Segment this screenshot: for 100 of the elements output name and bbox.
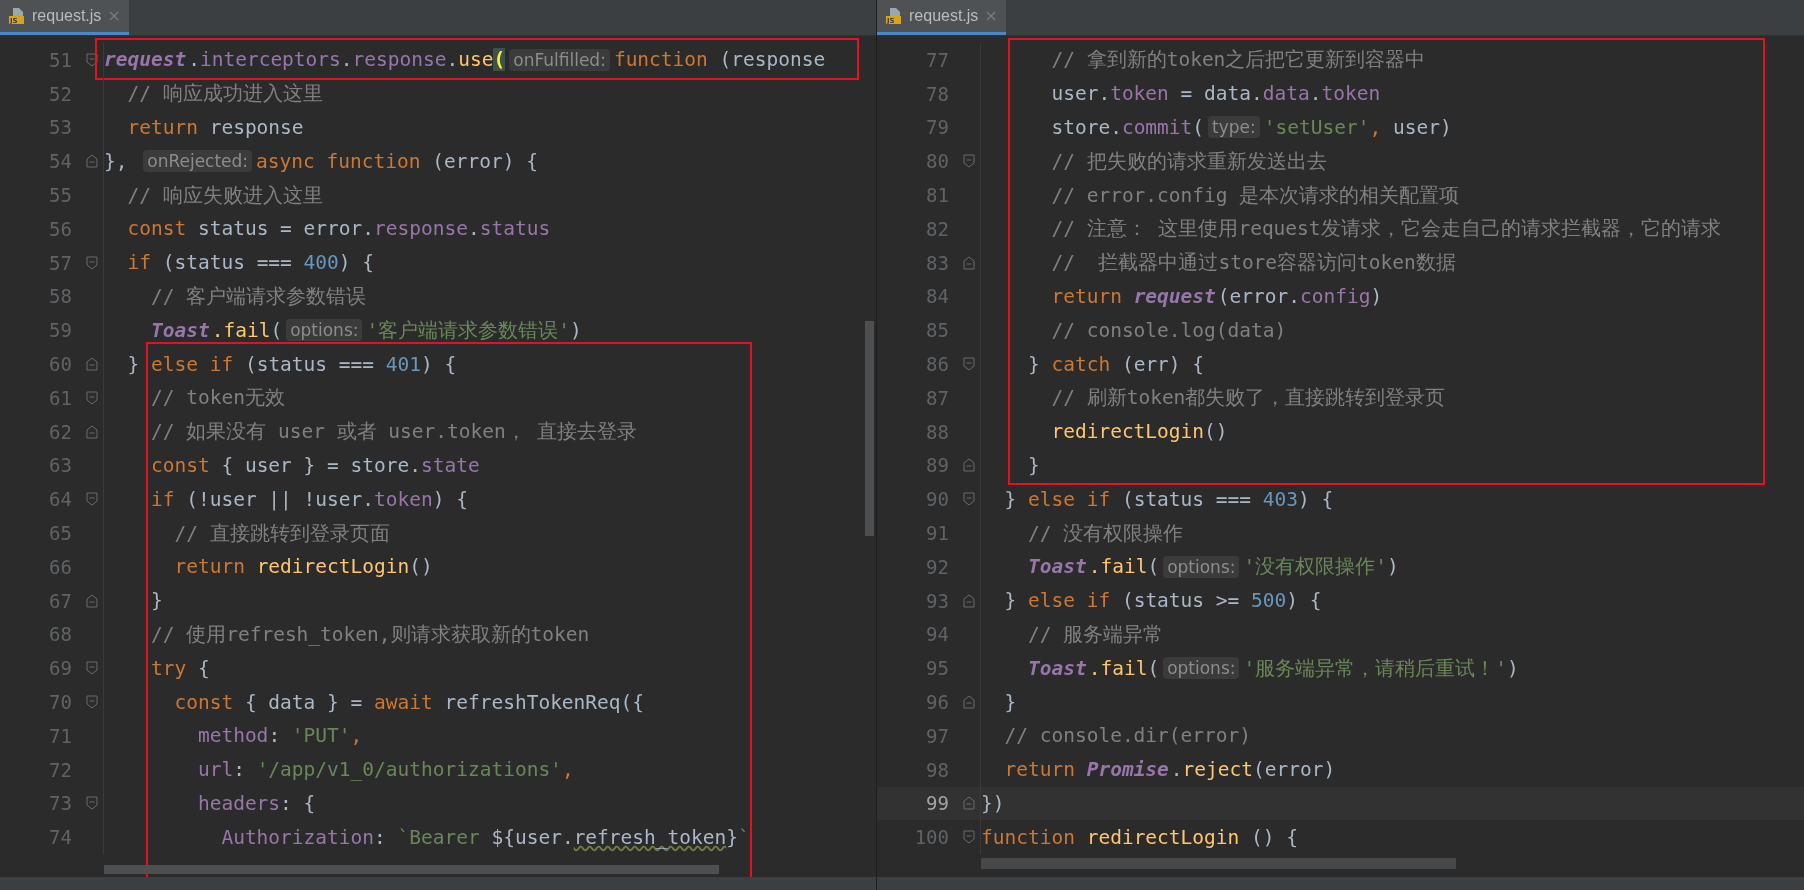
code-text: redirectLogin()	[1050, 420, 1228, 444]
fold-icon[interactable]	[86, 492, 98, 507]
line-number: 85	[925, 319, 949, 342]
line-number: 66	[48, 555, 72, 578]
line-number: 89	[925, 454, 949, 477]
code-text: // 把失败的请求重新发送出去	[1050, 148, 1327, 175]
fold-icon[interactable]	[86, 154, 98, 169]
line-number: 67	[48, 589, 72, 612]
code-text: '服务端异常，请稍后重试！')	[1243, 655, 1519, 682]
line-number: 73	[48, 792, 72, 815]
line-number: 93	[925, 589, 949, 612]
code-text: // 没有权限操作	[1026, 520, 1184, 547]
line-number: 55	[48, 184, 72, 207]
code-text: // 服务端异常	[1026, 621, 1164, 648]
code-text: // 使用refresh_token,则请求获取新的token	[149, 621, 590, 648]
line-number: 53	[48, 116, 72, 139]
fold-icon[interactable]	[963, 695, 975, 710]
line-number: 94	[925, 623, 949, 646]
code-text: url: '/app/v1_0/authorizations',	[196, 758, 574, 782]
code-text: Authorization: `Bearer ${user.refresh_token}`	[220, 825, 750, 849]
js-file-icon	[885, 7, 903, 25]
fold-icon[interactable]	[963, 154, 975, 169]
code-text: // 刷新token都失败了，直接跳转到登录页	[1050, 385, 1446, 412]
fold-icon[interactable]	[86, 796, 98, 811]
code-text: // console.log(data)	[1050, 318, 1287, 342]
line-number: 100	[913, 826, 949, 849]
code-text: }	[149, 589, 163, 613]
fold-icon[interactable]	[86, 661, 98, 676]
line-number: 99	[925, 792, 949, 815]
code-text: const { user } = store.state	[149, 453, 480, 477]
parameter-hint: onRejected:	[143, 150, 253, 173]
code-text: function redirectLogin () {	[981, 825, 1298, 849]
code-text: } else if (status >= 500) {	[1003, 589, 1322, 613]
line-number: 91	[925, 522, 949, 545]
code-text: // 注意： 这里使用request发请求，它会走自己的请求拦截器，它的请求	[1050, 216, 1721, 243]
tab-label: request.js	[909, 7, 979, 25]
code-text: request.interceptors.response.use(	[104, 48, 506, 72]
code-text: }	[1003, 690, 1017, 714]
code-text: // 拿到新的token之后把它更新到容器中	[1050, 47, 1426, 74]
parameter-hint: type:	[1208, 116, 1260, 139]
code-text: // token无效	[149, 385, 285, 412]
fold-icon[interactable]	[86, 357, 98, 372]
fold-icon[interactable]	[963, 593, 975, 608]
code-text: // console.dir(error)	[1003, 724, 1252, 748]
fold-icon[interactable]	[86, 593, 98, 608]
fold-icon[interactable]	[86, 390, 98, 405]
line-number: 62	[48, 420, 72, 443]
tab-label: request.js	[32, 7, 102, 25]
parameter-hint: options:	[1163, 657, 1240, 680]
line-number: 72	[48, 758, 72, 781]
code-text: const status = error.response.status	[126, 217, 551, 241]
line-number: 86	[925, 353, 949, 376]
code-text: // 响应成功进入这里	[126, 81, 323, 108]
code-text: })	[981, 791, 1005, 815]
fold-icon[interactable]	[963, 830, 975, 845]
line-number: 84	[925, 285, 949, 308]
code-text: // 如果没有 user 或者 user.token， 直接去登录	[149, 419, 638, 446]
code-text: }	[1026, 453, 1040, 477]
line-number: 68	[48, 623, 72, 646]
line-number: 58	[48, 285, 72, 308]
fold-icon[interactable]	[963, 458, 975, 473]
code-text: // 直接跳转到登录页面	[173, 520, 390, 547]
fold-icon[interactable]	[86, 52, 98, 67]
close-icon[interactable]	[109, 11, 120, 21]
code-text: '没有权限操作')	[1243, 554, 1399, 581]
code-text: // 响应失败进入这里	[126, 182, 323, 209]
code-text: } catch (err) {	[1026, 352, 1205, 376]
code-text: method: 'PUT',	[196, 724, 363, 748]
fold-icon[interactable]	[963, 492, 975, 507]
code-text: try {	[149, 656, 210, 680]
fold-icon[interactable]	[963, 255, 975, 270]
parameter-hint: onFulfilled:	[509, 48, 610, 71]
line-number: 92	[925, 555, 949, 578]
code-text: // error.config 是本次请求的相关配置项	[1050, 182, 1460, 209]
line-number: 63	[48, 454, 72, 477]
code-text: if (status === 400) {	[126, 251, 375, 275]
close-icon[interactable]	[986, 11, 997, 21]
line-number: 52	[48, 82, 72, 105]
js-file-icon	[8, 7, 26, 25]
scrollbar-thumb[interactable]	[865, 321, 874, 536]
line-number: 60	[48, 353, 72, 376]
code-text: store.commit(	[1050, 116, 1205, 139]
line-number: 80	[925, 150, 949, 173]
fold-icon[interactable]	[86, 695, 98, 710]
fold-icon[interactable]	[86, 255, 98, 270]
fold-icon[interactable]	[963, 796, 975, 811]
fold-icon[interactable]	[86, 424, 98, 439]
scrollbar-thumb[interactable]	[981, 858, 1456, 869]
code-text: user.token = data.data.token	[1050, 82, 1381, 106]
line-number: 96	[925, 691, 949, 714]
scrollbar-thumb[interactable]	[104, 865, 719, 874]
code-text: return request(error.config)	[1050, 284, 1383, 308]
fold-icon[interactable]	[963, 357, 975, 372]
code-text: '客户端请求参数错误')	[366, 317, 582, 344]
line-number: 79	[925, 116, 949, 139]
code-text: return response	[126, 116, 304, 139]
parameter-hint: options:	[286, 319, 363, 342]
code-text: function (response	[613, 48, 826, 72]
line-number: 59	[48, 319, 72, 342]
line-number: 71	[48, 724, 72, 747]
